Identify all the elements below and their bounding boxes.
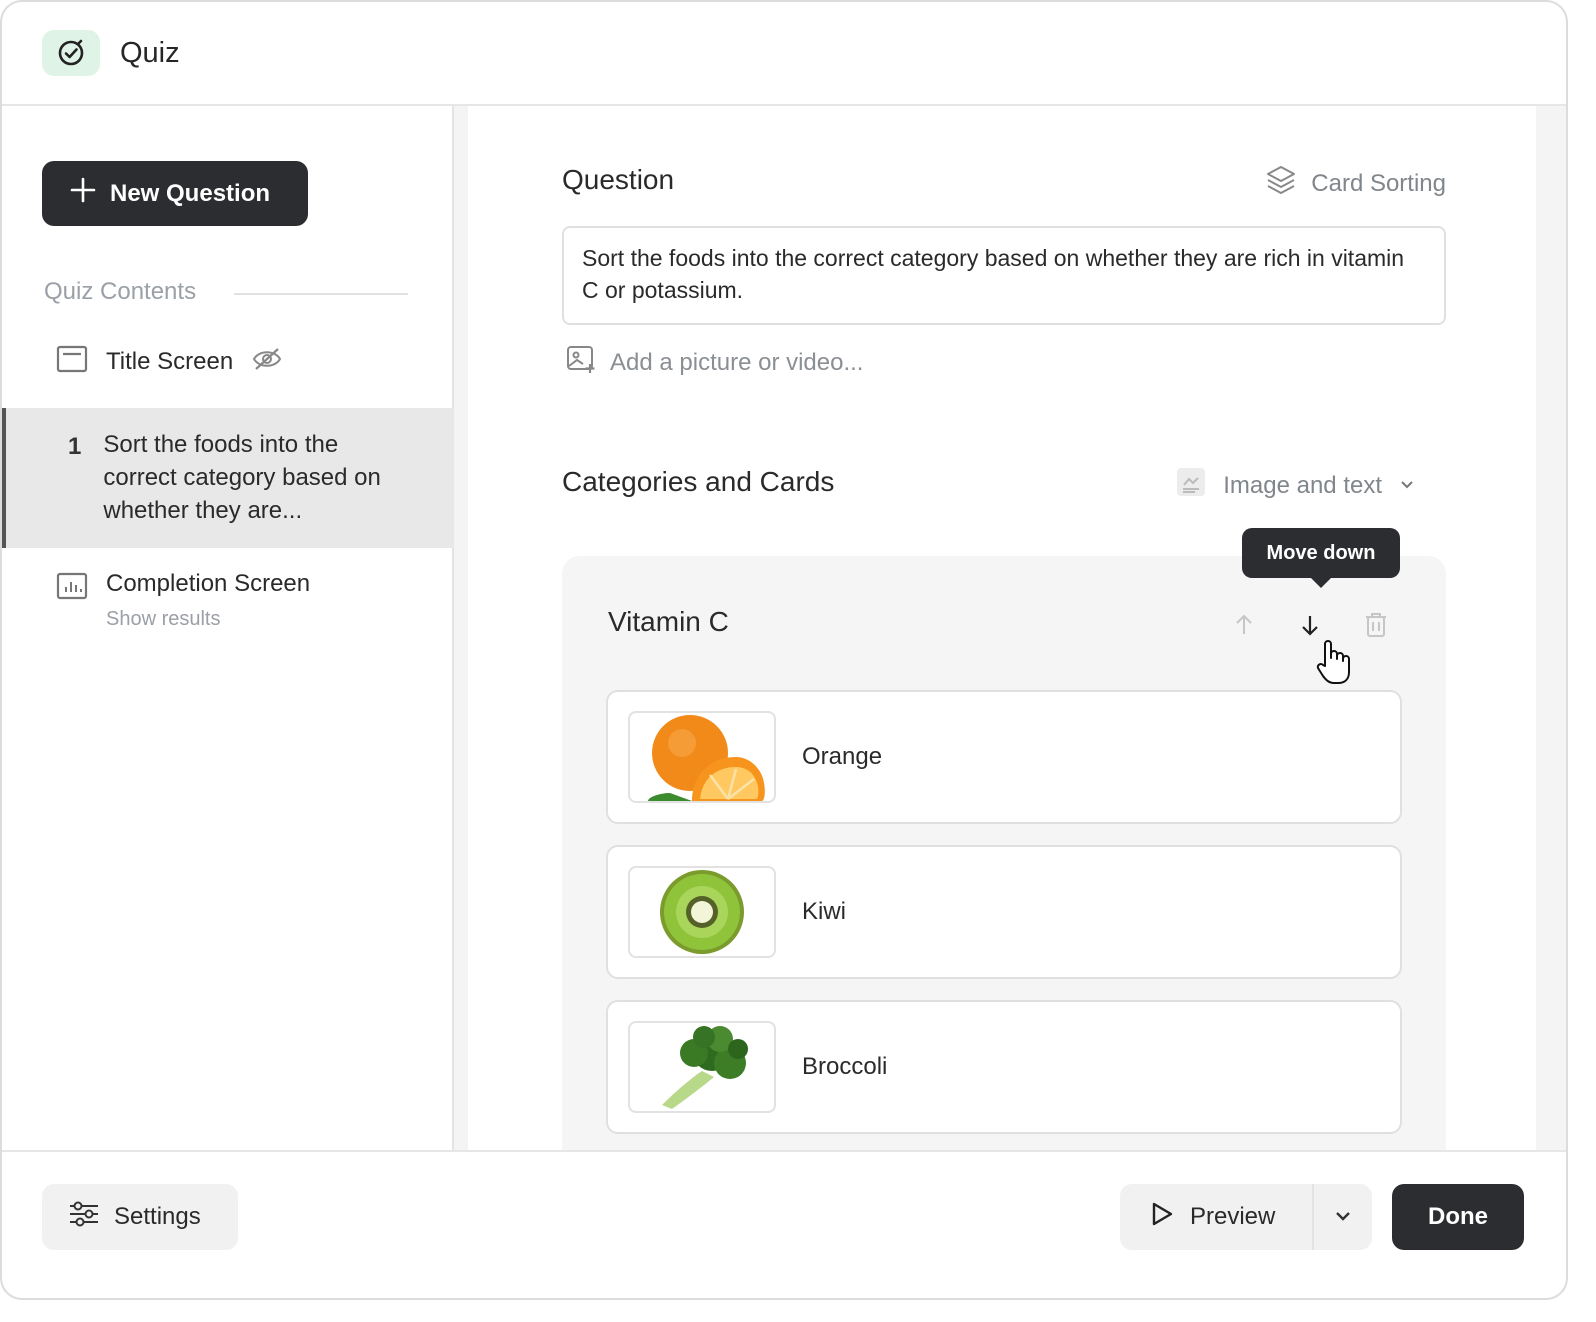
question-type-label: Card Sorting <box>1311 169 1446 197</box>
image-add-icon <box>566 344 596 381</box>
image-text-icon <box>1175 466 1207 505</box>
layers-icon <box>1265 164 1297 203</box>
categories-section-title: Categories and Cards <box>562 466 835 497</box>
chart-icon <box>56 566 88 646</box>
chevron-down-icon <box>1398 472 1416 500</box>
sidebar-item-label: Title Screen <box>106 348 234 375</box>
category-actions <box>1226 608 1394 644</box>
card-item[interactable]: Broccoli <box>606 1000 1402 1134</box>
screen-icon <box>56 345 88 380</box>
card-item[interactable]: Orange <box>606 690 1402 824</box>
preview-label: Preview <box>1190 1203 1276 1230</box>
chevron-down-icon <box>1333 1206 1353 1229</box>
move-up-button[interactable] <box>1226 608 1262 644</box>
footer-toolbar: Settings Preview Done <box>2 1150 1566 1298</box>
card-format-dropdown[interactable]: Image and text <box>1175 466 1416 505</box>
question-type-selector[interactable]: Card Sorting <box>1265 164 1446 203</box>
question-number: 1 <box>68 433 82 460</box>
settings-label: Settings <box>114 1203 201 1230</box>
orange-image <box>628 711 776 803</box>
delete-category-button[interactable] <box>1358 608 1394 644</box>
card-item[interactable]: Kiwi <box>606 845 1402 979</box>
trash-icon <box>1363 611 1389 642</box>
new-question-label: New Question <box>110 179 271 207</box>
preview-button[interactable]: Preview <box>1120 1184 1312 1250</box>
plus-icon <box>70 177 96 210</box>
divider <box>234 293 408 295</box>
quiz-editor-window: Quiz New Question Quiz Contents Title Sc… <box>0 0 1568 1300</box>
scrollbar[interactable] <box>1536 106 1566 1150</box>
sidebar-item-sublabel: Show results <box>106 608 221 630</box>
done-button[interactable]: Done <box>1392 1184 1524 1250</box>
question-section-title: Question <box>562 164 675 195</box>
check-circle-icon <box>42 30 100 76</box>
sliders-icon <box>68 1200 100 1235</box>
broccoli-image <box>628 1021 776 1113</box>
card-format-label: Image and text <box>1223 471 1382 499</box>
play-icon <box>1150 1201 1174 1234</box>
sidebar-item-label: Completion Screen <box>106 570 311 597</box>
category-name[interactable]: Vitamin C <box>608 606 729 638</box>
app-header: Quiz <box>2 2 1566 106</box>
add-media-label: Add a picture or video... <box>610 348 864 376</box>
question-text-input[interactable]: Sort the foods into the correct category… <box>562 226 1446 325</box>
settings-button[interactable]: Settings <box>42 1184 238 1250</box>
sidebar: New Question Quiz Contents Title Screen <box>2 106 454 1150</box>
scroll-gutter <box>454 106 468 1150</box>
tooltip: Move down <box>1242 528 1400 588</box>
eye-off-icon <box>251 347 283 378</box>
category-panel: Vitamin C Move down Orange Kiwi Broccoli <box>562 528 1446 1150</box>
hand-cursor-icon <box>1314 636 1354 691</box>
add-media-button[interactable]: Add a picture or video... <box>566 344 863 381</box>
app-title: Quiz <box>120 36 180 69</box>
card-label: Broccoli <box>802 1053 888 1080</box>
kiwi-image <box>628 866 776 958</box>
sidebar-item-question-1[interactable]: 1 Sort the foods into the correct catego… <box>2 408 454 548</box>
question-editor: Question Card Sorting Sort the foods int… <box>468 106 1536 1150</box>
card-label: Kiwi <box>802 898 847 925</box>
arrow-up-icon <box>1233 613 1255 640</box>
card-label: Orange <box>802 743 883 770</box>
preview-options-button[interactable] <box>1312 1184 1372 1250</box>
sidebar-item-label: Sort the foods into the correct category… <box>103 431 381 524</box>
new-question-button[interactable]: New Question <box>42 161 308 226</box>
preview-button-group: Preview <box>1120 1184 1372 1250</box>
sidebar-item-completion-screen[interactable]: Completion Screen Show results <box>2 566 454 646</box>
quiz-contents-label: Quiz Contents <box>44 278 197 305</box>
sidebar-item-title-screen[interactable]: Title Screen <box>2 334 454 390</box>
